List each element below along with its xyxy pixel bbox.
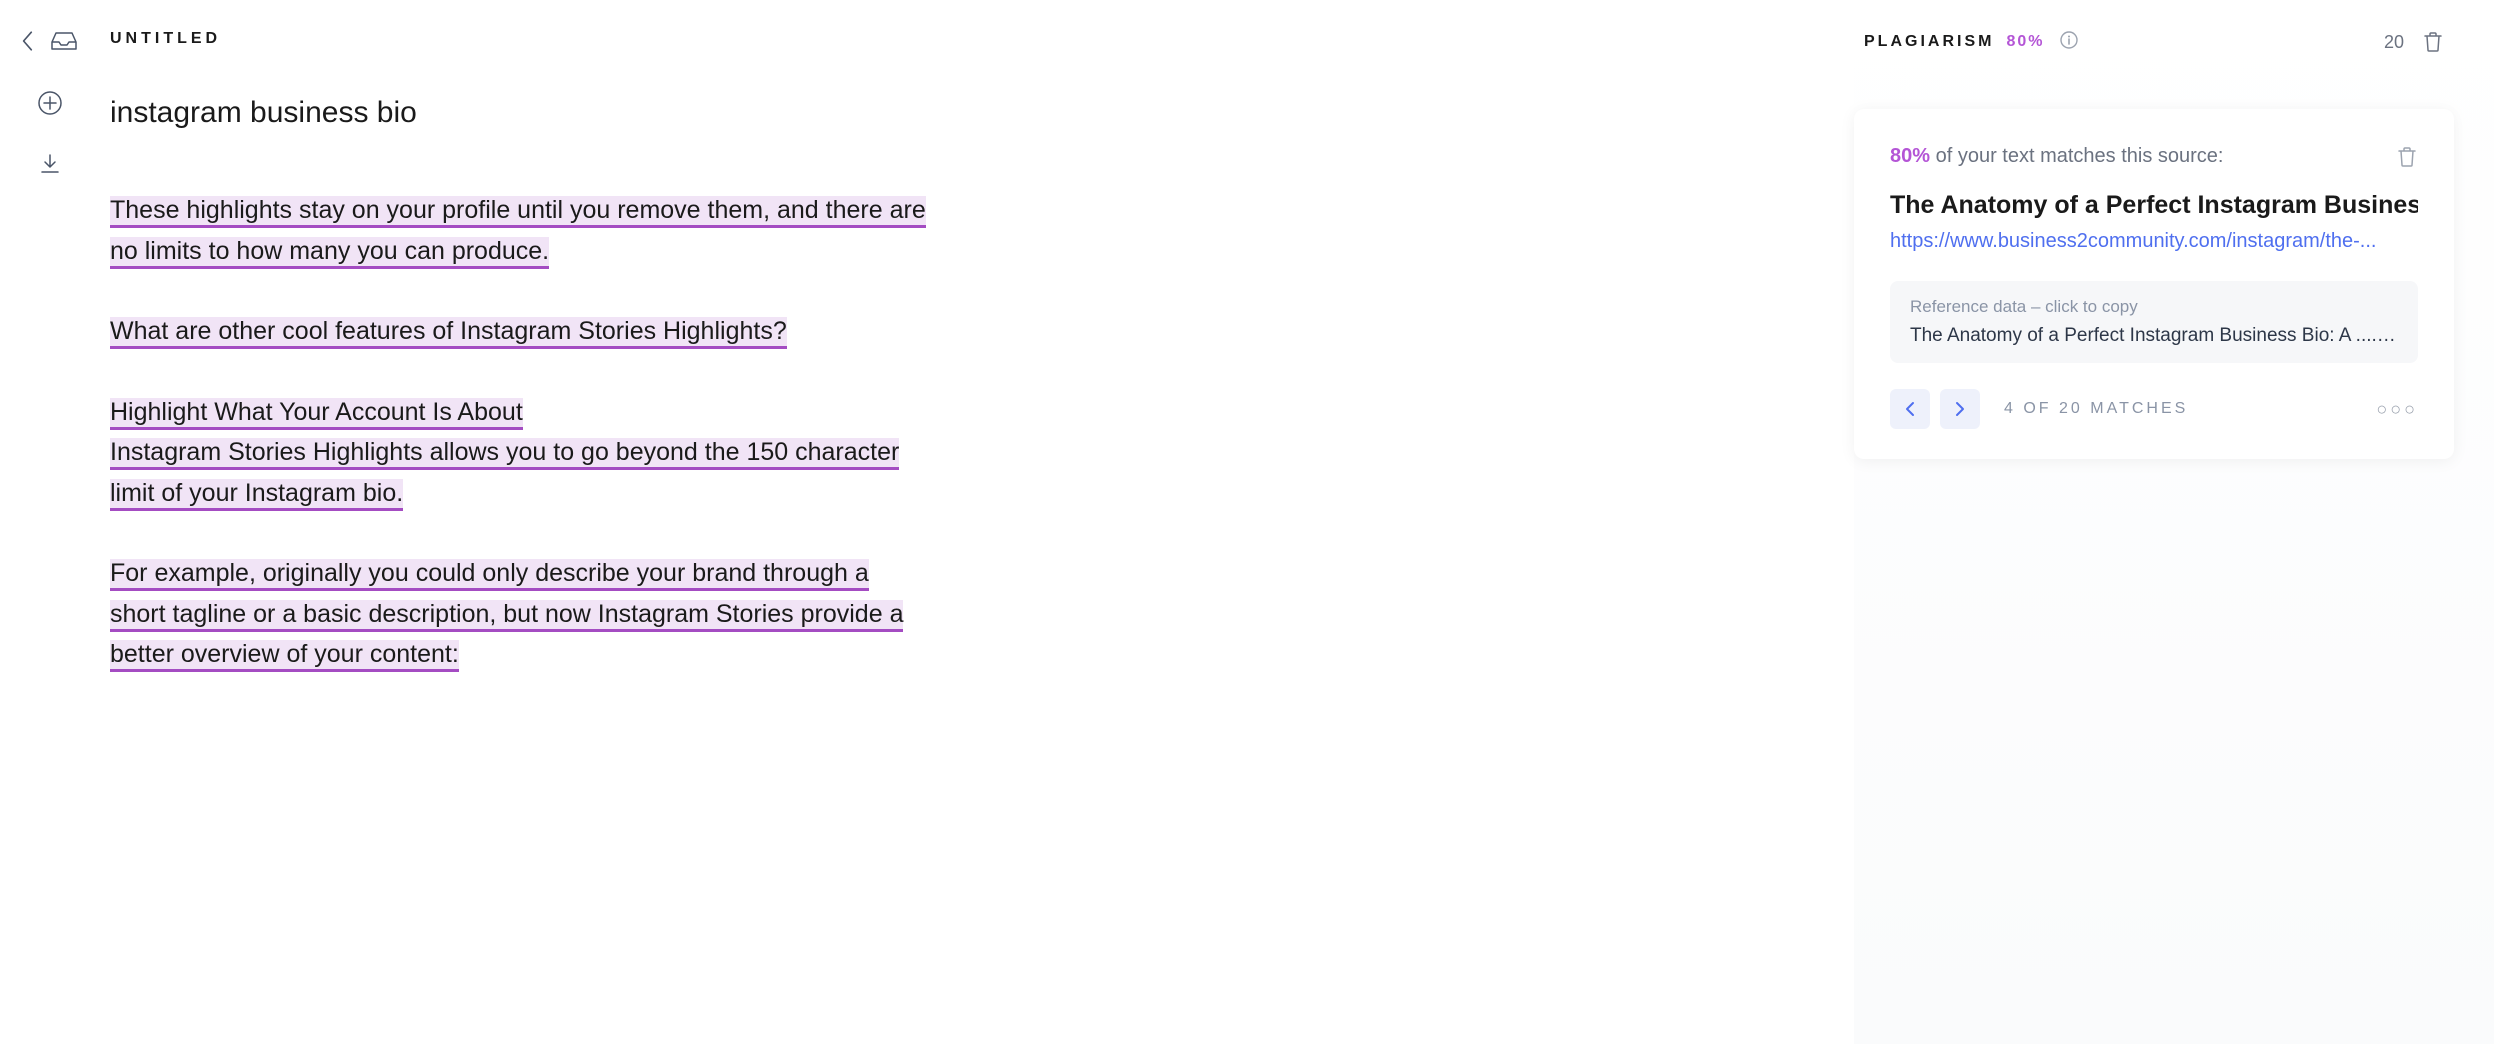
highlighted-text[interactable]: What are other cool features of Instagra… (110, 317, 787, 349)
highlighted-text[interactable]: Instagram Stories Highlights allows you … (110, 438, 899, 511)
pager: 4 OF 20 MATCHES (1890, 389, 2188, 429)
prev-button[interactable] (1890, 389, 1930, 429)
download-icon[interactable] (38, 152, 62, 176)
doc-heading[interactable]: instagram business bio (110, 96, 930, 130)
inbox-icon[interactable] (49, 28, 79, 54)
plagiarism-percent: 80% (2006, 33, 2044, 51)
match-percent: 80% (1890, 145, 1930, 167)
highlighted-text[interactable]: For example, originally you could only d… (110, 559, 903, 672)
right-header: PLAGIARISM 80% 20 (1854, 30, 2454, 54)
back-icon[interactable] (21, 30, 35, 52)
trash-icon[interactable] (2396, 145, 2418, 169)
source-title: The Anatomy of a Perfect Instagram Busin… (1890, 191, 2418, 220)
doc-title-label: UNTITLED (110, 30, 930, 48)
more-icon[interactable]: ○○○ (2376, 399, 2418, 420)
source-card: 80% of your text matches this source: Th… (1854, 109, 2454, 459)
highlighted-text[interactable]: Highlight What Your Account Is About (110, 398, 523, 430)
source-url[interactable]: https://www.business2community.com/insta… (1890, 230, 2418, 253)
doc-body[interactable]: These highlights stay on your profile un… (110, 190, 930, 675)
trash-icon[interactable] (2422, 30, 2444, 54)
reference-text: The Anatomy of a Perfect Instagram Busin… (1910, 325, 2398, 347)
plagiarism-label: PLAGIARISM (1864, 33, 1994, 51)
left-rail (0, 0, 100, 1044)
info-icon[interactable] (2060, 31, 2078, 54)
pager-text: 4 OF 20 MATCHES (2004, 400, 2188, 418)
right-pane: PLAGIARISM 80% 20 80% of your text match… (1854, 0, 2494, 1044)
match-summary: 80% of your text matches this source: (1890, 145, 2224, 168)
editor-main: UNTITLED instagram business bio These hi… (100, 0, 970, 1044)
match-count: 20 (2384, 32, 2404, 53)
add-icon[interactable] (37, 90, 63, 116)
next-button[interactable] (1940, 389, 1980, 429)
reference-label: Reference data – click to copy (1910, 297, 2398, 317)
reference-box[interactable]: Reference data – click to copy The Anato… (1890, 281, 2418, 363)
highlighted-text[interactable]: These highlights stay on your profile un… (110, 196, 926, 269)
